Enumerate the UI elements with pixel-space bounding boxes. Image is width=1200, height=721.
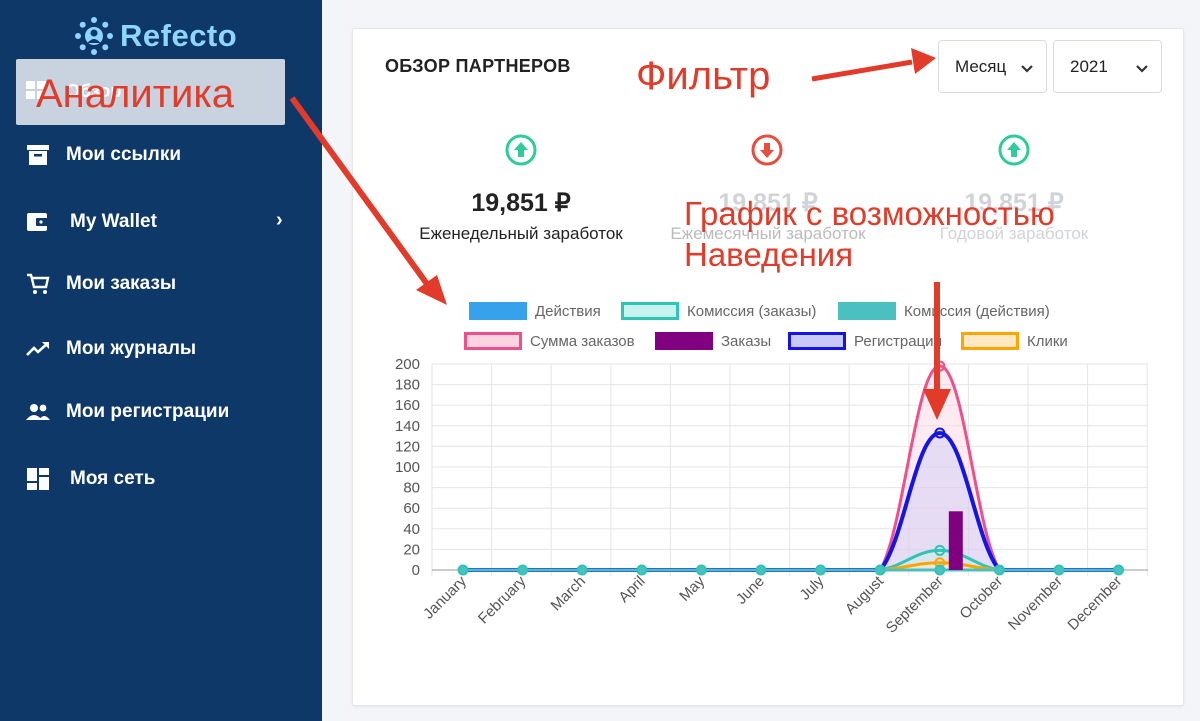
legend-label: Регистрации xyxy=(854,332,942,350)
sidebar-item-orders[interactable]: Мои заказы xyxy=(26,269,176,299)
legend-item[interactable]: Клики xyxy=(961,332,1068,350)
legend-swatch xyxy=(838,302,896,320)
legend-item[interactable]: Сумма заказов xyxy=(464,332,635,350)
period-select-value: Месяц xyxy=(955,56,1007,76)
annotation-hover-line1: График с возможностью xyxy=(684,195,1055,232)
legend-item[interactable]: Действия xyxy=(469,302,601,320)
legend-swatch xyxy=(961,332,1019,350)
sidebar-item-label: Мои регистрации xyxy=(66,401,230,422)
chevron-down-icon xyxy=(1135,59,1149,79)
year-select[interactable]: 2021 xyxy=(1053,40,1162,93)
weekly-earnings-value: 19,851 ₽ xyxy=(471,189,571,217)
cart-icon xyxy=(26,272,50,296)
annotation-filter: Фильтр xyxy=(636,54,771,98)
legend-label: Комиссия (действия) xyxy=(904,302,1050,320)
arrow-down-circle-icon xyxy=(751,134,783,166)
legend-item[interactable]: Заказы xyxy=(655,332,771,350)
sidebar-item-label: Мои журналы xyxy=(66,338,197,359)
trending-up-icon xyxy=(26,337,50,361)
weekly-earnings-label: Еженедельный заработок xyxy=(419,224,623,243)
sidebar-item-label: Мои заказы xyxy=(66,273,177,294)
legend-label: Клики xyxy=(1027,332,1068,350)
sidebar-item-registrations[interactable]: Мои регистрации xyxy=(26,397,229,427)
period-select[interactable]: Месяц xyxy=(938,40,1047,93)
legend-swatch xyxy=(655,332,713,350)
year-select-value: 2021 xyxy=(1070,56,1108,76)
legend-item[interactable]: Комиссия (заказы) xyxy=(621,302,816,320)
legend-swatch xyxy=(464,332,522,350)
arrow-up-circle-icon xyxy=(505,134,537,166)
archive-icon xyxy=(26,143,50,167)
legend-label: Сумма заказов xyxy=(530,332,635,350)
annotation-analytics: Аналитика xyxy=(36,72,234,116)
card-title: ОБЗОР ПАРТНЕРОВ xyxy=(385,56,571,76)
legend-swatch xyxy=(621,302,679,320)
partners-overview-card xyxy=(352,28,1184,706)
sidebar-item-label: My Wallet xyxy=(70,211,157,232)
legend-label: Действия xyxy=(535,302,601,320)
annotation-hover-line2: Наведения xyxy=(684,236,854,273)
legend-swatch xyxy=(469,302,527,320)
sidebar-item-journals[interactable]: Мои журналы xyxy=(26,334,196,364)
chevron-right-icon[interactable]: › xyxy=(276,209,283,232)
sidebar-item-label: Моя сеть xyxy=(70,468,156,489)
brand-name: Refecto xyxy=(120,18,238,53)
refecto-logo-icon xyxy=(74,16,114,56)
legend-item[interactable]: Регистрации xyxy=(788,332,942,350)
sidebar-item-wallet[interactable]: My Wallet xyxy=(26,207,157,237)
brand-logo[interactable]: Refecto xyxy=(74,14,237,58)
legend-item[interactable]: Комиссия (действия) xyxy=(838,302,1050,320)
sidebar-item-label: Мои ссылки xyxy=(66,144,182,165)
legend-swatch xyxy=(788,332,846,350)
legend-label: Заказы xyxy=(721,332,772,350)
users-icon xyxy=(26,400,50,424)
sidebar-item-links[interactable]: Мои ссылки xyxy=(26,140,181,170)
legend-label: Комиссия (заказы) xyxy=(687,302,817,320)
sidebar-item-network[interactable]: Моя сеть xyxy=(26,464,155,494)
grid-icon xyxy=(26,467,50,491)
arrow-up-circle-icon xyxy=(998,134,1030,166)
wallet-icon xyxy=(26,210,50,234)
chevron-down-icon xyxy=(1020,59,1034,79)
